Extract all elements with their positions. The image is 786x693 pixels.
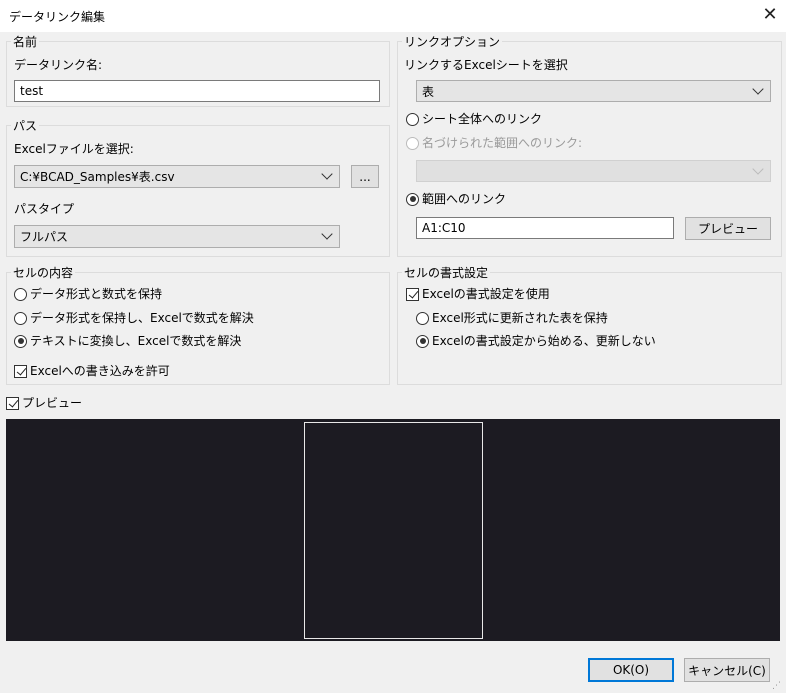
name-group-legend: 名前: [11, 35, 40, 49]
convert-text-radio[interactable]: テキストに変換し、Excelで数式を解決: [14, 334, 241, 348]
datalink-name-value: test: [20, 84, 44, 98]
link-range-radio[interactable]: 範囲へのリンク: [406, 192, 506, 206]
keep-updated-table-label: Excel形式に更新された表を保持: [432, 311, 608, 325]
path-group-legend: パス: [11, 119, 40, 133]
allow-write-label: Excelへの書き込みを許可: [30, 364, 170, 378]
radio-icon: [14, 311, 27, 325]
chevron-down-icon: [752, 82, 764, 95]
link-named-range-label: 名づけられた範囲へのリンク:: [422, 136, 583, 150]
allow-write-checkbox[interactable]: Excelへの書き込みを許可: [14, 364, 170, 378]
keep-format-formula-label: データ形式と数式を保持: [30, 287, 163, 301]
sheet-select-value: 表: [422, 84, 435, 99]
radio-icon: [416, 311, 429, 325]
keep-format-excel-radio[interactable]: データ形式を保持し、Excelで数式を解決: [14, 311, 254, 325]
resize-grip-icon[interactable]: ⋰: [772, 680, 784, 692]
range-value: A1:C10: [422, 221, 466, 235]
checkbox-icon: [406, 287, 419, 301]
start-excel-format-label: Excelの書式設定から始める、更新しない: [432, 334, 656, 348]
radio-icon: [406, 112, 419, 126]
range-input[interactable]: A1:C10: [416, 217, 674, 239]
link-options-legend: リンクオプション: [402, 35, 503, 49]
path-type-select[interactable]: フルパス: [14, 225, 340, 248]
checkbox-icon: [14, 364, 27, 378]
datalink-name-input[interactable]: test: [14, 80, 380, 102]
cell-content-legend: セルの内容: [11, 266, 76, 280]
radio-icon: [14, 334, 27, 348]
sheet-select-label: リンクするExcelシートを選択: [404, 58, 568, 72]
path-type-value: フルパス: [20, 230, 69, 244]
keep-format-formula-radio[interactable]: データ形式と数式を保持: [14, 287, 162, 301]
radio-icon: [416, 334, 429, 348]
start-excel-format-radio[interactable]: Excelの書式設定から始める、更新しない: [416, 334, 656, 348]
window-title: データリンク編集: [9, 10, 106, 24]
cell-format-legend: セルの書式設定: [402, 266, 491, 280]
chevron-down-icon: [321, 228, 333, 240]
radio-icon: [406, 192, 419, 206]
chevron-down-icon: [321, 168, 333, 180]
named-range-select[interactable]: [416, 160, 771, 182]
use-excel-format-label: Excelの書式設定を使用: [422, 287, 550, 301]
link-whole-sheet-label: シート全体へのリンク: [422, 112, 543, 126]
link-whole-sheet-radio[interactable]: シート全体へのリンク: [406, 112, 542, 126]
browse-button[interactable]: ...: [351, 165, 379, 188]
excel-file-value: C:¥BCAD_Samples¥表.csv: [20, 170, 175, 184]
close-icon[interactable]: ✕: [759, 4, 781, 26]
excel-file-select[interactable]: C:¥BCAD_Samples¥表.csv: [14, 165, 340, 188]
range-preview-button[interactable]: プレビュー: [685, 217, 771, 240]
path-type-label: パスタイプ: [14, 202, 75, 216]
datalink-name-label: データリンク名:: [14, 58, 103, 72]
use-excel-format-checkbox[interactable]: Excelの書式設定を使用: [406, 287, 550, 301]
radio-icon: [406, 136, 419, 150]
convert-text-label: テキストに変換し、Excelで数式を解決: [30, 334, 242, 348]
cancel-button[interactable]: キャンセル(C): [684, 658, 770, 682]
title-bar: [0, 0, 786, 32]
ok-button[interactable]: OK(O): [588, 658, 674, 682]
sheet-select[interactable]: 表: [416, 80, 771, 102]
keep-updated-table-radio[interactable]: Excel形式に更新された表を保持: [416, 311, 608, 325]
excel-file-label: Excelファイルを選択:: [14, 142, 134, 156]
link-range-label: 範囲へのリンク: [422, 192, 507, 206]
preview-checkbox-label: プレビュー: [22, 396, 83, 410]
radio-icon: [14, 287, 27, 301]
preview-table-frame: [304, 422, 483, 639]
keep-format-excel-label: データ形式を保持し、Excelで数式を解決: [30, 311, 254, 325]
link-named-range-radio[interactable]: 名づけられた範囲へのリンク:: [406, 136, 582, 150]
checkbox-icon: [6, 396, 19, 410]
chevron-down-icon: [752, 162, 764, 175]
preview-checkbox[interactable]: プレビュー: [6, 396, 82, 410]
